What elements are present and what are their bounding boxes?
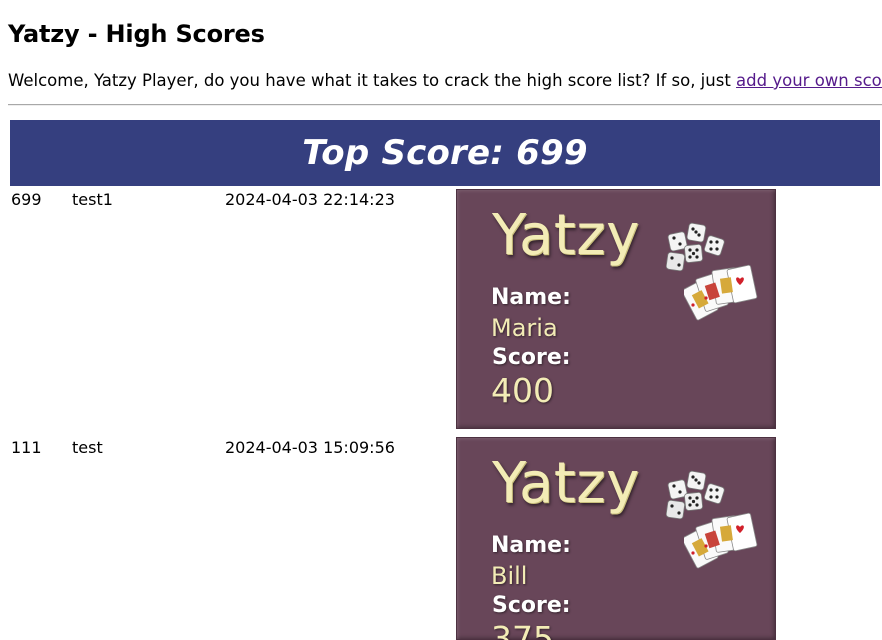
- row-score: 111: [11, 438, 42, 457]
- score-card-image: Yatzy: [456, 189, 776, 429]
- card-title: Yatzy: [492, 451, 640, 516]
- score-card-image: Yatzy: [456, 437, 776, 640]
- card-name-label: Name:: [491, 285, 571, 310]
- row-player: test1: [72, 190, 113, 209]
- row-date: 2024-04-03 15:09:56: [225, 438, 395, 457]
- top-score-text: Top Score: 699: [302, 133, 588, 173]
- row-date: 2024-04-03 22:14:23: [225, 190, 395, 209]
- add-score-link[interactable]: add your own score: [736, 71, 882, 90]
- divider: [8, 104, 882, 106]
- intro-prefix: Welcome, Yatzy Player, do you have what …: [8, 71, 737, 90]
- intro-text: Welcome, Yatzy Player, do you have what …: [8, 71, 882, 90]
- playing-cards-icon: [684, 512, 758, 569]
- page: Yatzy - High Scores Welcome, Yatzy Playe…: [0, 0, 882, 640]
- row-score: 699: [11, 190, 42, 209]
- page-title: Yatzy - High Scores: [8, 20, 265, 48]
- card-score-label: Score:: [492, 345, 571, 370]
- row-player: test: [72, 438, 103, 457]
- top-score-banner: Top Score: 699: [10, 120, 880, 186]
- card-name: Bill: [491, 562, 528, 590]
- card-score: 375: [491, 619, 554, 640]
- card-name: Maria: [491, 314, 558, 342]
- playing-cards-icon: [684, 264, 758, 321]
- card-name-label: Name:: [491, 533, 571, 558]
- card-score-label: Score:: [492, 593, 571, 618]
- card-score: 400: [491, 371, 554, 410]
- card-title: Yatzy: [492, 203, 640, 268]
